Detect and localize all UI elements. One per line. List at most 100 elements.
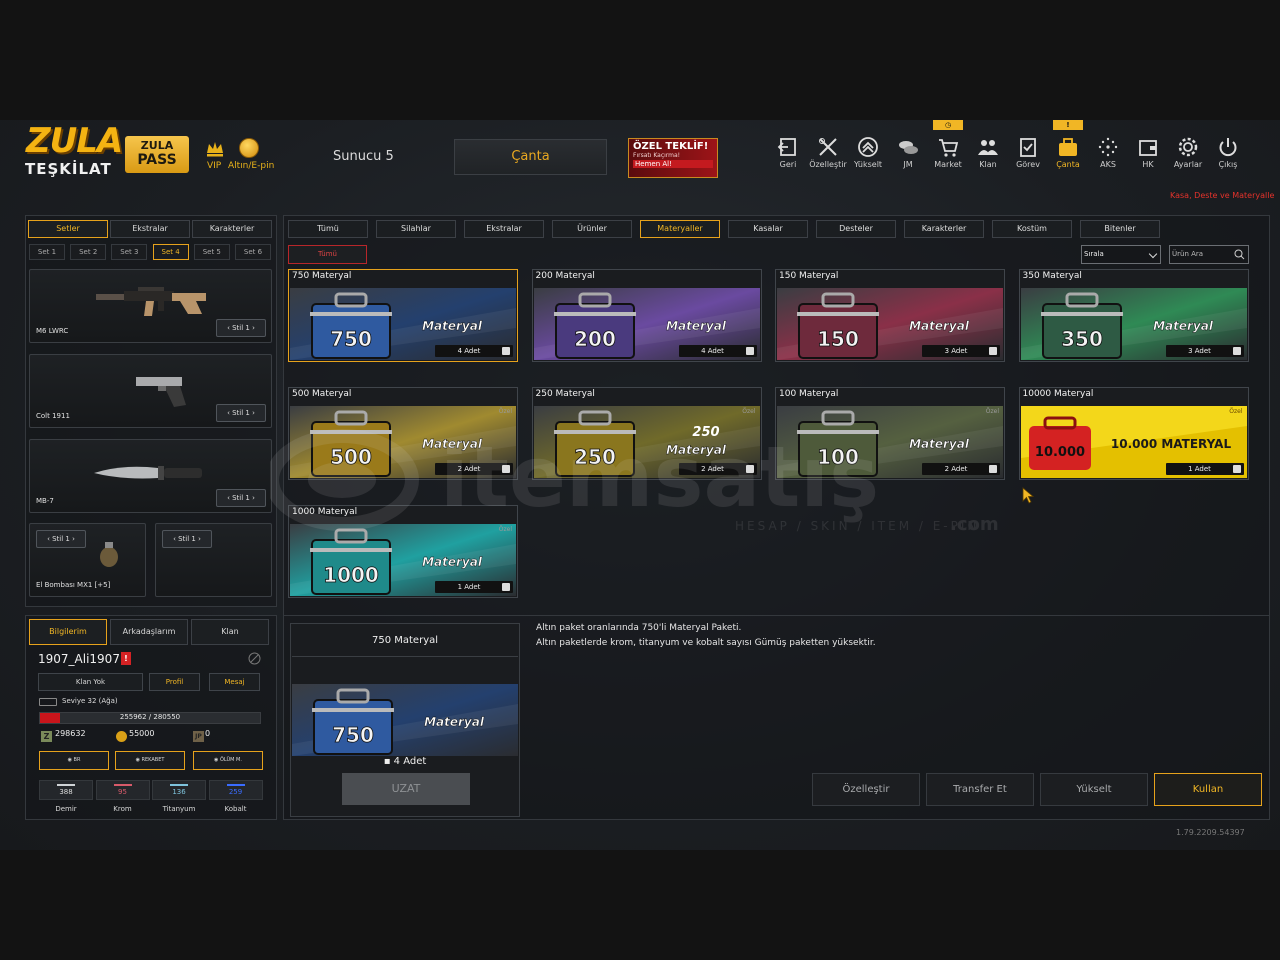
- nav-geri[interactable]: Geri: [768, 136, 808, 169]
- weapon-slot-pistol[interactable]: Colt 1911 ‹ Stil 1 ›: [29, 354, 272, 428]
- nav-g-rev[interactable]: Görev: [1008, 136, 1048, 169]
- category-tab-0[interactable]: Tümü: [288, 220, 368, 238]
- weapon-slot-primary[interactable]: M6 LWRC ‹ Stil 1 ›: [29, 269, 272, 343]
- style-selector-pistol[interactable]: ‹ Stil 1 ›: [216, 404, 266, 422]
- set-6-button[interactable]: Set 6: [235, 244, 271, 260]
- divider: [283, 615, 1270, 616]
- rank-competitive-button[interactable]: ◉ REKABET: [115, 751, 185, 770]
- rank-deathmatch-button[interactable]: ◉ ÖLÜM M.: [193, 751, 263, 770]
- style-selector-melee[interactable]: ‹ Stil 1 ›: [216, 489, 266, 507]
- set-2-button[interactable]: Set 2: [70, 244, 107, 260]
- info-icon[interactable]: [1232, 347, 1241, 355]
- category-tab-2[interactable]: Ekstralar: [464, 220, 544, 238]
- use-button[interactable]: Kullan: [1154, 773, 1262, 806]
- nav-klan[interactable]: Klan: [968, 136, 1008, 169]
- nav-jm[interactable]: JM: [888, 136, 928, 169]
- transfer-button[interactable]: Transfer Et: [926, 773, 1034, 806]
- category-tab-5[interactable]: Kasalar: [728, 220, 808, 238]
- nav-hk[interactable]: HK: [1128, 136, 1168, 169]
- nav-y-kselt[interactable]: Yükselt: [848, 136, 888, 169]
- category-tab-1[interactable]: Silahlar: [376, 220, 456, 238]
- tab-klan[interactable]: Klan: [191, 619, 269, 645]
- item-card[interactable]: 200 Materyal 200 Materyal 4 Adet: [531, 269, 762, 362]
- item-card[interactable]: 1000 Materyal 1000 Materyal Özel 1 Adet: [288, 505, 518, 598]
- zula-pass-button[interactable]: ZULA PASS: [125, 136, 189, 173]
- tab-arkadaslarim[interactable]: Arkadaşlarım: [110, 619, 188, 645]
- info-icon[interactable]: [745, 347, 754, 355]
- block-icon[interactable]: [248, 652, 261, 665]
- set-5-button[interactable]: Set 5: [193, 244, 230, 260]
- nav--anta[interactable]: Çanta: [1048, 136, 1088, 169]
- item-count: 4 Adet: [435, 345, 513, 357]
- tab-setler[interactable]: Setler: [28, 220, 108, 238]
- item-card[interactable]: 500 Materyal 500 Materyal Özel 2 Adet: [288, 387, 518, 480]
- nav-aks[interactable]: AKS: [1088, 136, 1128, 169]
- search-input[interactable]: Ürün Ara: [1169, 245, 1249, 264]
- info-icon[interactable]: [1232, 465, 1241, 473]
- info-icon[interactable]: [989, 465, 997, 473]
- info-icon[interactable]: [502, 347, 510, 355]
- material-bar: [113, 784, 132, 786]
- item-count-text: 1 Adet: [457, 583, 481, 591]
- tab-bilgilerim[interactable]: Bilgilerim: [29, 619, 107, 645]
- weapon-slot-melee[interactable]: MB-7 ‹ Stil 1 ›: [29, 439, 272, 513]
- info-icon[interactable]: [745, 465, 754, 473]
- profile-button[interactable]: Profil: [149, 673, 200, 691]
- nav-label: Çanta: [1056, 160, 1080, 169]
- nav--zelle-tir[interactable]: Özelleştir: [808, 136, 848, 169]
- item-title: 150 Materyal: [779, 271, 839, 281]
- sort-dropdown[interactable]: Sırala: [1081, 245, 1161, 264]
- item-card[interactable]: 100 Materyal 100 Materyal Özel 2 Adet: [775, 387, 1005, 480]
- item-count: 3 Adet: [1165, 345, 1244, 357]
- category-tab-7[interactable]: Karakterler: [904, 220, 984, 238]
- info-icon[interactable]: [989, 347, 997, 355]
- item-count-text: 3 Adet: [944, 347, 968, 355]
- item-card[interactable]: 250 Materyal 250 250 Materyal Özel 2 Adet: [531, 387, 762, 480]
- upgrade-button[interactable]: Yükselt: [1040, 773, 1148, 806]
- xp-text: 255962 / 280550: [119, 713, 181, 721]
- sub-filter-all[interactable]: Tümü: [288, 245, 367, 264]
- empty-slot[interactable]: ‹ Stil 1 ›: [155, 523, 272, 597]
- tab-ekstralar[interactable]: Ekstralar: [110, 220, 190, 238]
- category-tab-6[interactable]: Desteler: [816, 220, 896, 238]
- category-tab-3[interactable]: Ürünler: [552, 220, 632, 238]
- description-line2: Altın paketlerde krom, titanyum ve kobal…: [536, 638, 876, 648]
- item-card[interactable]: 350 Materyal 350 Materyal 3 Adet: [1018, 269, 1249, 362]
- item-card[interactable]: 150 Materyal 150 Materyal 3 Adet: [775, 269, 1005, 362]
- info-icon[interactable]: [502, 465, 510, 473]
- nav-market[interactable]: Market: [928, 136, 968, 169]
- rank-br-button[interactable]: ◉ BR: [39, 751, 109, 770]
- promo-link[interactable]: Kasa, Deste ve Materyalle: [1170, 191, 1274, 200]
- set-3-button[interactable]: Set 3: [111, 244, 148, 260]
- info-icon[interactable]: [502, 583, 510, 591]
- category-tab-4[interactable]: Materyaller: [640, 220, 720, 238]
- customize-button[interactable]: Özelleştir: [812, 773, 920, 806]
- item-count-text: 4 Adet: [457, 347, 481, 355]
- set-4-button[interactable]: Set 4: [152, 244, 189, 260]
- grenade-slot[interactable]: ‹ Stil 1 › El Bombası MX1 [+5]: [29, 523, 146, 597]
- tab-karakterler[interactable]: Karakterler: [192, 220, 272, 238]
- weapon-name-melee: MB-7: [36, 497, 54, 505]
- style-selector-primary[interactable]: ‹ Stil 1 ›: [216, 319, 266, 337]
- style-selector-grenade[interactable]: ‹ Stil 1 ›: [36, 530, 86, 548]
- material-bar: [226, 784, 245, 786]
- clan-status-button[interactable]: Klan Yok: [38, 673, 143, 691]
- item-card[interactable]: 750 Materyal 750 Materyal 4 Adet: [288, 269, 518, 362]
- server-label[interactable]: Sunucu 5: [333, 149, 394, 164]
- nav-label: Geri: [779, 160, 797, 169]
- set-1-button[interactable]: Set 1: [29, 244, 65, 260]
- nav--k-[interactable]: Çıkış: [1208, 136, 1248, 169]
- style-selector-empty[interactable]: ‹ Stil 1 ›: [162, 530, 212, 548]
- category-tab-8[interactable]: Kostüm: [992, 220, 1072, 238]
- special-offer-banner[interactable]: ÖZEL TEKLİF! Fırsatı Kaçırma! Hemen Al!: [628, 138, 718, 178]
- vip-crown-icon[interactable]: [204, 138, 226, 160]
- category-tab-9[interactable]: Bitenler: [1080, 220, 1160, 238]
- message-button[interactable]: Mesaj: [209, 673, 260, 691]
- extend-button[interactable]: UZAT: [342, 773, 470, 805]
- gold-coin-icon[interactable]: [239, 138, 259, 158]
- item-count: 3 Adet: [922, 345, 1000, 357]
- nav-ayarlar[interactable]: Ayarlar: [1168, 136, 1208, 169]
- item-count: 1 Adet: [1165, 463, 1244, 475]
- item-title: 350 Materyal: [1022, 271, 1082, 281]
- item-card[interactable]: 10000 Materyal 10.000 10.000 MATERYAL Özel 1…: [1018, 387, 1249, 480]
